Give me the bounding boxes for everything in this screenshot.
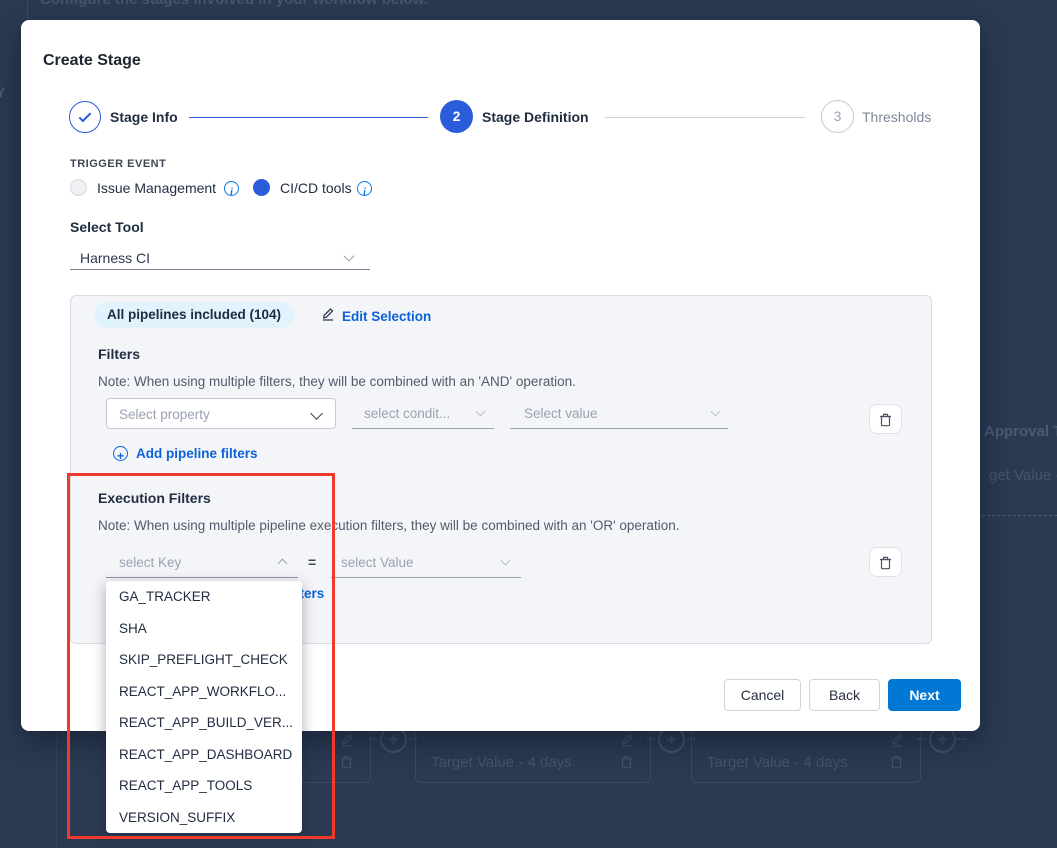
edit-selection-link[interactable]: Edit Selection: [321, 306, 431, 326]
pipelines-included-badge: All pipelines included (104): [94, 302, 294, 328]
step-2-indicator[interactable]: 2: [440, 100, 473, 133]
step-2-label[interactable]: Stage Definition: [482, 109, 589, 125]
background-cell-fragment: get Value - 1: [989, 467, 1057, 484]
background-divider: [56, 731, 57, 848]
tool-select[interactable]: Harness CI: [70, 242, 370, 270]
stepper-connector: [189, 117, 428, 118]
edit-selection-label: Edit Selection: [342, 309, 431, 324]
chevron-down-icon: [476, 407, 486, 417]
trigger-event-label: TRIGGER EVENT: [70, 158, 166, 170]
add-pipeline-filters-link[interactable]: Add pipeline filters: [113, 446, 258, 461]
dialog-title: Create Stage: [43, 52, 141, 70]
step-1-label[interactable]: Stage Info: [110, 109, 178, 125]
background-dashed-line: [982, 515, 1057, 516]
plus-circle-icon: [113, 446, 128, 461]
radio-issue-management-label[interactable]: Issue Management: [97, 180, 216, 196]
annotation-red-box: [67, 473, 335, 839]
trash-icon: [620, 754, 633, 774]
chevron-down-icon: [310, 407, 323, 420]
chevron-down-icon: [343, 250, 354, 261]
tool-select-value: Harness CI: [80, 250, 150, 266]
delete-filter-button[interactable]: [869, 404, 902, 434]
radio-cicd-tools-label[interactable]: CI/CD tools: [280, 180, 352, 196]
chevron-down-icon: [711, 407, 721, 417]
trash-icon: [890, 754, 903, 774]
info-icon[interactable]: [224, 181, 239, 196]
value-select-placeholder: Select value: [524, 406, 598, 421]
select-tool-label: Select Tool: [70, 219, 144, 235]
background-divider: [27, 0, 28, 19]
trash-icon: [879, 555, 892, 570]
card-label: Target Value - 4 days: [707, 754, 848, 771]
value-select[interactable]: Select value: [510, 398, 728, 429]
property-select[interactable]: Select property: [106, 398, 336, 429]
radio-issue-management[interactable]: [70, 179, 87, 196]
cancel-button[interactable]: Cancel: [724, 679, 801, 711]
filters-title: Filters: [98, 346, 140, 362]
edit-icon: [340, 732, 354, 752]
background-card: Target Value - 4 days: [691, 727, 921, 783]
background-connector: [958, 738, 966, 740]
step-1-indicator[interactable]: [69, 101, 101, 133]
filters-note: Note: When using multiple filters, they …: [98, 374, 576, 389]
edit-icon: [620, 732, 634, 752]
step-3-label[interactable]: Thresholds: [862, 109, 931, 125]
check-icon: [79, 110, 92, 123]
step-3-indicator[interactable]: 3: [821, 100, 854, 133]
background-heading-fragment: Configure the stages involved in your wo…: [40, 0, 428, 8]
edit-icon: [890, 732, 904, 752]
condition-select-placeholder: select condit...: [364, 406, 450, 421]
chevron-down-icon: [501, 556, 511, 566]
back-button[interactable]: Back: [809, 679, 880, 711]
property-select-placeholder: Select property: [119, 407, 210, 422]
delete-execution-filter-button[interactable]: [869, 547, 902, 577]
background-connector: [369, 738, 377, 740]
background-connector: [647, 738, 655, 740]
background-sidebar-fragment: Y: [0, 84, 5, 100]
add-pipeline-filters-label: Add pipeline filters: [136, 446, 258, 461]
background-card: Target Value - 4 days: [415, 727, 651, 783]
exec-value-select[interactable]: select Value: [331, 548, 521, 578]
card-label: Target Value - 4 days: [431, 754, 572, 771]
background-column-header-fragment: Approval Tim: [984, 423, 1057, 440]
info-icon[interactable]: [357, 181, 372, 196]
exec-value-select-placeholder: select Value: [341, 555, 414, 570]
stepper-connector: [605, 117, 805, 118]
next-button[interactable]: Next: [888, 679, 961, 711]
condition-select[interactable]: select condit...: [352, 398, 494, 429]
trash-icon: [340, 754, 353, 774]
radio-cicd-tools[interactable]: [253, 179, 270, 196]
background-connector: [918, 738, 926, 740]
trash-icon: [879, 412, 892, 427]
edit-icon: [321, 306, 335, 326]
